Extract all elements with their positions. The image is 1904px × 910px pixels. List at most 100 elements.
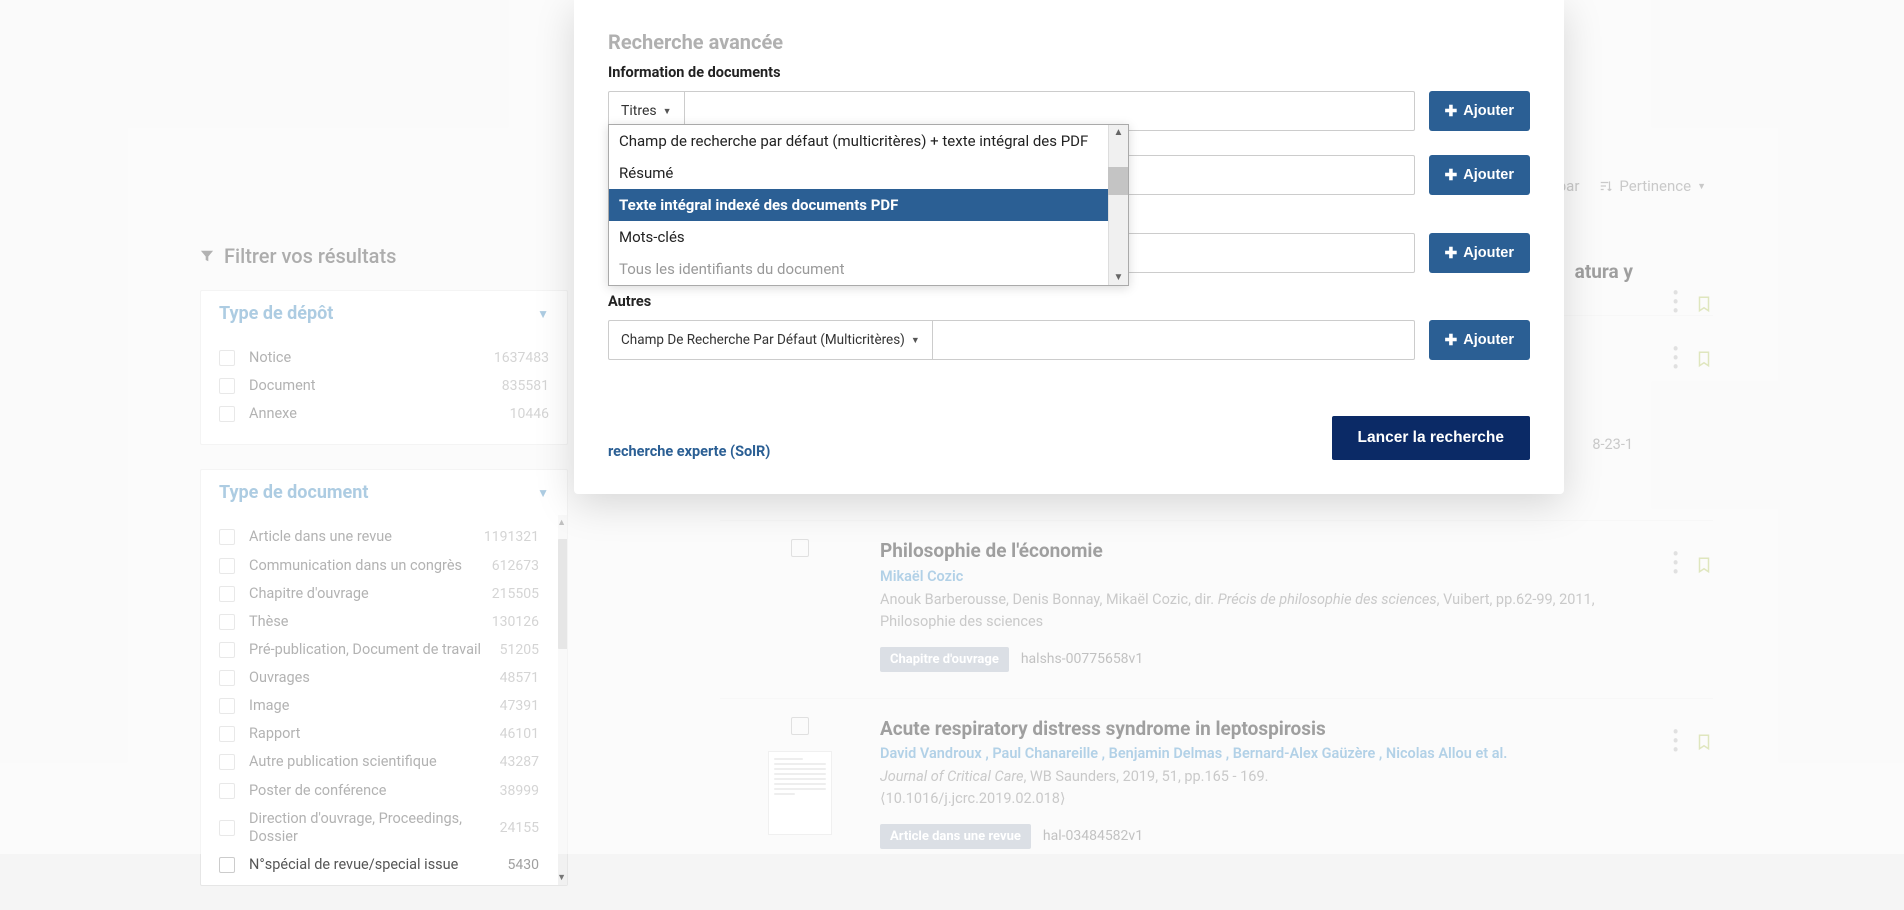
facet-type-document: Type de document ▼ ▲ ▼ Article dans une … — [200, 469, 568, 886]
checkbox[interactable] — [219, 857, 235, 873]
more-actions-icon[interactable]: ••• — [1672, 346, 1677, 373]
facet-label: N°spécial de revue/special issue — [249, 856, 508, 874]
dropdown-option[interactable]: Champ de recherche par défaut (multicrit… — [609, 125, 1108, 157]
sort-dropdown[interactable]: Pertinence ▼ — [1599, 177, 1706, 195]
facet-count: 46101 — [500, 726, 539, 742]
facet-item[interactable]: Pré-publication, Document de travail5120… — [219, 636, 539, 664]
select-checkbox[interactable] — [791, 539, 809, 557]
section-label: Autres — [608, 293, 1530, 310]
expert-search-link[interactable]: recherche experte (SolR) — [608, 443, 770, 460]
bookmark-icon[interactable] — [1695, 731, 1713, 753]
facet-item[interactable]: Communication dans un congrès612673 — [219, 552, 539, 580]
result-title[interactable]: Acute respiratory distress syndrome in l… — [880, 717, 1633, 742]
checkbox[interactable] — [219, 754, 235, 770]
doc-thumbnail[interactable] — [768, 751, 832, 835]
dropdown-option[interactable]: Résumé — [609, 157, 1108, 189]
plus-icon: ✚ — [1445, 244, 1458, 262]
dropdown-option[interactable]: Texte intégral indexé des documents PDF — [609, 189, 1108, 221]
facet-item[interactable]: Poster de conférence38999 — [219, 777, 539, 805]
facet-item[interactable]: Chapitre d'ouvrage215505 — [219, 580, 539, 608]
bookmark-icon[interactable] — [1695, 348, 1713, 370]
facet-item[interactable]: Rapport46101 — [219, 720, 539, 748]
facet-item[interactable]: Image47391 — [219, 692, 539, 720]
facet-type-depot: Type de dépôt ▼ Notice1637483Document835… — [200, 290, 568, 445]
checkbox[interactable] — [219, 406, 235, 422]
facet-label: Chapitre d'ouvrage — [249, 585, 492, 603]
facet-label: Document — [249, 377, 502, 395]
facet-count: 5430 — [508, 857, 539, 873]
scroll-up-icon[interactable]: ▲ — [557, 517, 566, 528]
search-input[interactable] — [933, 320, 1415, 360]
checkbox[interactable] — [219, 642, 235, 658]
plus-icon: ✚ — [1445, 331, 1458, 349]
facet-header[interactable]: Type de document ▼ — [201, 470, 567, 515]
checkbox[interactable] — [219, 529, 235, 545]
more-actions-icon[interactable]: ••• — [1672, 729, 1677, 756]
scroll-down-icon[interactable]: ▼ — [1109, 270, 1128, 285]
facet-item[interactable]: Direction d'ouvrage, Proceedings, Dossie… — [219, 805, 539, 851]
add-criterion-button[interactable]: ✚Ajouter — [1429, 320, 1530, 360]
checkbox[interactable] — [219, 670, 235, 686]
select-checkbox[interactable] — [791, 717, 809, 735]
checkbox[interactable] — [219, 586, 235, 602]
facet-count: 51205 — [500, 642, 539, 658]
facet-count: 1637483 — [494, 350, 549, 366]
checkbox[interactable] — [219, 698, 235, 714]
facet-item[interactable]: Autre publication scientifique43287 — [219, 748, 539, 776]
checkbox[interactable] — [219, 820, 235, 836]
scroll-down-icon[interactable]: ▼ — [557, 872, 566, 883]
facet-label: Autre publication scientifique — [249, 753, 500, 771]
dropdown-option[interactable]: Mots-clés — [609, 221, 1108, 253]
facet-header[interactable]: Type de dépôt ▼ — [201, 291, 567, 336]
section-label: Information de documents — [608, 64, 1530, 81]
checkbox[interactable] — [219, 558, 235, 574]
facet-count: 38999 — [500, 783, 539, 799]
caret-down-icon: ▼ — [537, 486, 549, 500]
facet-item[interactable]: Annexe10446 — [219, 400, 549, 428]
checkbox[interactable] — [219, 350, 235, 366]
add-criterion-button[interactable]: ✚Ajouter — [1429, 155, 1530, 195]
more-actions-icon[interactable]: ••• — [1672, 290, 1677, 317]
bookmark-icon[interactable] — [1695, 293, 1713, 315]
add-criterion-button[interactable]: ✚Ajouter — [1429, 233, 1530, 273]
funnel-icon — [200, 249, 214, 263]
scroll-up-icon[interactable]: ▲ — [1109, 125, 1128, 140]
more-actions-icon[interactable]: ••• — [1672, 551, 1677, 578]
result-authors[interactable]: David Vandroux , Paul Chanareille , Benj… — [880, 745, 1633, 762]
facet-label: Thèse — [249, 613, 492, 631]
plus-icon: ✚ — [1445, 102, 1458, 120]
caret-down-icon: ▼ — [911, 335, 920, 346]
facet-item[interactable]: N°spécial de revue/special issue5430 — [219, 851, 539, 879]
launch-search-button[interactable]: Lancer la recherche — [1332, 416, 1530, 460]
facet-label: Communication dans un congrès — [249, 557, 492, 575]
hal-identifier[interactable]: halshs-00775658v1 — [1021, 651, 1143, 667]
facet-item[interactable]: Thèse130126 — [219, 608, 539, 636]
result-item: Philosophie de l'économie Mikaël Cozic A… — [720, 520, 1713, 697]
facet-count: 48571 — [500, 670, 539, 686]
facet-item[interactable]: Document835581 — [219, 372, 549, 400]
facet-label: Image — [249, 697, 500, 715]
facet-item[interactable]: Notice1637483 — [219, 344, 549, 372]
field-dropdown-list: Champ de recherche par défaut (multicrit… — [608, 124, 1129, 286]
caret-down-icon: ▼ — [537, 307, 549, 321]
dropdown-option[interactable]: Tous les identifiants du document — [609, 253, 1108, 285]
facet-count: 47391 — [500, 698, 539, 714]
scrollbar-thumb[interactable] — [1108, 167, 1128, 195]
scrollbar-thumb[interactable] — [558, 539, 567, 649]
caret-down-icon: ▼ — [663, 106, 672, 117]
bookmark-icon[interactable] — [1695, 554, 1713, 576]
plus-icon: ✚ — [1445, 166, 1458, 184]
filter-heading: Filtrer vos résultats — [200, 244, 568, 268]
add-criterion-button[interactable]: ✚Ajouter — [1429, 91, 1530, 131]
result-title[interactable]: Philosophie de l'économie — [880, 539, 1633, 564]
hal-identifier[interactable]: hal-03484582v1 — [1043, 828, 1143, 844]
field-select-default[interactable]: Champ De Recherche Par Défaut (Multicrit… — [608, 320, 933, 360]
checkbox[interactable] — [219, 614, 235, 630]
facet-item[interactable]: Article dans une revue1191321 — [219, 523, 539, 551]
result-item: Acute respiratory distress syndrome in l… — [720, 698, 1713, 875]
checkbox[interactable] — [219, 378, 235, 394]
facet-item[interactable]: Ouvrages48571 — [219, 664, 539, 692]
checkbox[interactable] — [219, 783, 235, 799]
result-authors[interactable]: Mikaël Cozic — [880, 568, 1633, 585]
checkbox[interactable] — [219, 726, 235, 742]
